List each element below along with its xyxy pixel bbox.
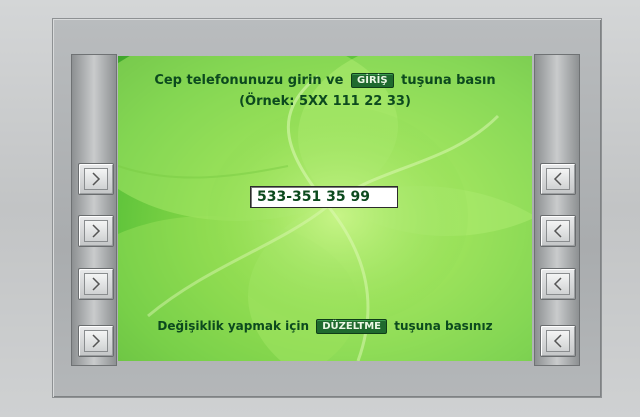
left-function-key-2[interactable] bbox=[78, 215, 114, 247]
right-function-key-4[interactable] bbox=[540, 325, 576, 357]
instruction-text-after: tuşuna basın bbox=[401, 73, 496, 88]
atm-screen: Cep telefonunuzu girin ve GİRİŞ tuşuna b… bbox=[118, 56, 532, 361]
chevron-left-icon bbox=[553, 334, 562, 348]
instruction-line: Cep telefonunuzu girin ve GİRİŞ tuşuna b… bbox=[118, 73, 532, 88]
edit-hint-line: Değişiklik yapmak için DÜZELTME tuşuna b… bbox=[118, 319, 532, 334]
left-function-key-4[interactable] bbox=[78, 325, 114, 357]
right-bezel bbox=[534, 54, 580, 366]
chevron-left-icon bbox=[553, 224, 562, 238]
chevron-left-icon bbox=[553, 172, 562, 186]
left-bezel bbox=[71, 54, 117, 366]
giris-key-badge: GİRİŞ bbox=[351, 73, 394, 88]
duzeltme-key-badge: DÜZELTME bbox=[316, 319, 388, 334]
instruction-text-before: Cep telefonunuzu girin ve bbox=[154, 73, 344, 88]
left-function-key-1[interactable] bbox=[78, 163, 114, 195]
chevron-right-icon bbox=[92, 224, 101, 238]
edit-hint-after: tuşuna basınız bbox=[394, 319, 493, 333]
chevron-right-icon bbox=[92, 277, 101, 291]
chevron-right-icon bbox=[92, 172, 101, 186]
edit-hint-before: Değişiklik yapmak için bbox=[157, 319, 309, 333]
left-function-key-3[interactable] bbox=[78, 268, 114, 300]
phone-number-field[interactable]: 533-351 35 99 bbox=[250, 186, 398, 208]
right-function-key-3[interactable] bbox=[540, 268, 576, 300]
right-function-key-1[interactable] bbox=[540, 163, 576, 195]
right-function-key-2[interactable] bbox=[540, 215, 576, 247]
chevron-right-icon bbox=[92, 334, 101, 348]
chevron-left-icon bbox=[553, 277, 562, 291]
example-text: (Örnek: 5XX 111 22 33) bbox=[239, 94, 411, 109]
